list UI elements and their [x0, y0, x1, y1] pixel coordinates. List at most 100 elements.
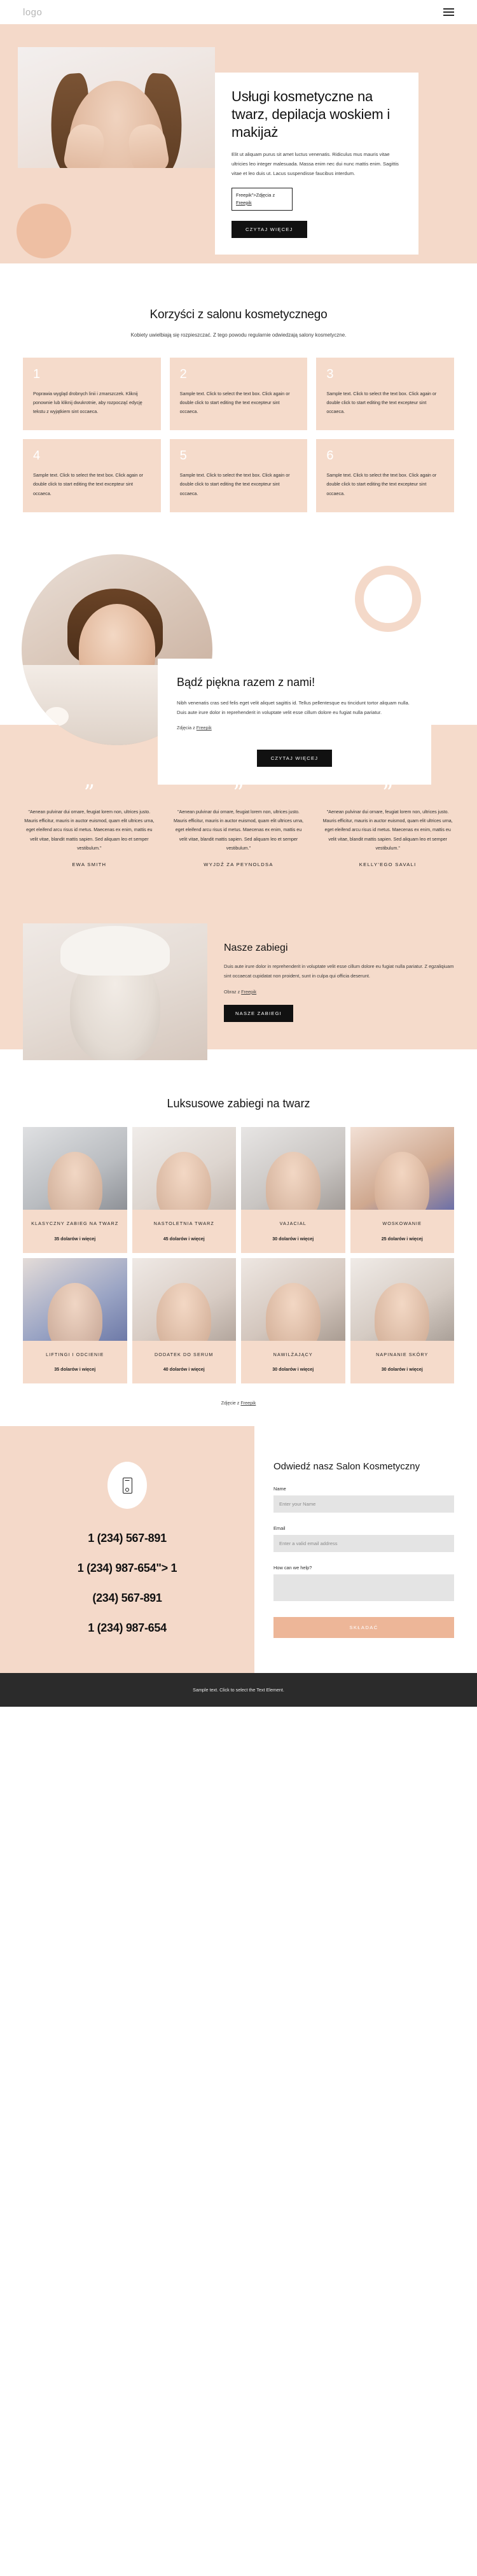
about-title: Bądź piękna razem z nami!	[177, 675, 315, 689]
treatments-intro-section: Nasze zabiegi Duis aute irure dolor in r…	[0, 897, 477, 1093]
treatments-intro-title: Nasze zabiegi	[224, 942, 288, 954]
benefit-card: 4 Sample text. Click to select the text …	[23, 439, 161, 512]
testimonial-text: "Aenean pulvinar dui ornare, feugiat lor…	[173, 809, 304, 851]
benefit-number: 3	[326, 367, 334, 382]
treatment-name: NAWILŻAJĄCY	[273, 1351, 313, 1357]
treatments-intro-credit: Obraz z Freepik	[224, 989, 454, 995]
hero-text-card: Usługi kosmetyczne na twarz, depilacja w…	[215, 73, 418, 255]
treatment-card[interactable]: NAPINANIE SKÓRY 30 dolarów i więcej	[350, 1257, 454, 1384]
treatment-image	[350, 1257, 454, 1341]
site-logo[interactable]: logo	[23, 7, 42, 18]
treatment-price: 25 dolarów i więcej	[381, 1235, 423, 1242]
treatment-card[interactable]: NAWILŻAJĄCY 30 dolarów i więcej	[241, 1257, 345, 1384]
benefit-card: 6 Sample text. Click to select the text …	[316, 439, 454, 512]
treatment-name: LIFTINGI I ODCIENIE	[46, 1351, 104, 1357]
name-input[interactable]	[273, 1495, 454, 1513]
treatment-card[interactable]: KLASYCZNY ZABIEG NA TWARZ 35 dolarów i w…	[23, 1127, 127, 1253]
treatment-image	[350, 1127, 454, 1210]
hero-paragraph: Elit ut aliquam purus sit amet luctus ve…	[232, 151, 399, 177]
benefit-text: Sample text. Click to select the text bo…	[179, 472, 290, 496]
benefits-subtitle: Kobiety uwielbiają się rozpieszczać. Z t…	[130, 332, 347, 338]
hamburger-icon[interactable]	[443, 8, 454, 16]
site-footer: Sample text. Click to select the Text El…	[0, 1673, 477, 1707]
treatment-price: 35 dolarów i więcej	[54, 1235, 96, 1242]
contact-form-panel: Odwiedź nasz Salon Kosmetyczny Name Emai…	[254, 1426, 477, 1674]
treatments-cta-button[interactable]: NASZE ZABIEGI	[224, 1004, 293, 1022]
phone-number[interactable]: 1 (234) 987-654"> 1	[19, 1562, 235, 1575]
luxury-credit-prefix: Zdjęcie z	[221, 1400, 241, 1406]
testimonial-text: "Aenean pulvinar dui ornare, feugiat lor…	[24, 809, 155, 851]
treatments-credit-prefix: Obraz z	[224, 988, 242, 995]
testimonials-grid: ” "Aenean pulvinar dui ornare, feugiat l…	[23, 780, 454, 868]
benefits-title: Korzyści z salonu kosmetycznego	[149, 307, 328, 321]
treatment-image	[132, 1127, 236, 1210]
quote-icon: ”	[83, 780, 95, 806]
hero-credit-line-2[interactable]: Freepik	[236, 200, 252, 206]
testimonial-author: WYJDŹ ZA PEYNOLDSA	[204, 862, 273, 868]
treatment-image	[23, 1257, 127, 1341]
email-field-group: Email	[273, 1525, 454, 1553]
treatment-image	[241, 1127, 345, 1210]
treatment-name: KLASYCZNY ZABIEG NA TWARZ	[31, 1221, 119, 1227]
treatment-image	[132, 1257, 236, 1341]
benefit-number: 2	[179, 367, 187, 382]
treatments-intro-paragraph: Duis aute irure dolor in reprehenderit i…	[224, 963, 454, 979]
treatment-card[interactable]: NASTOLETNIA TWARZ 45 dolarów i więcej	[132, 1127, 236, 1253]
hero-credit-line-1: Freepik">Zdjęcia z	[236, 192, 275, 198]
name-label: Name	[273, 1486, 286, 1492]
quote-icon: ”	[233, 780, 244, 806]
treatment-price: 30 dolarów i więcej	[381, 1366, 423, 1373]
treatment-image	[241, 1257, 345, 1341]
message-textarea[interactable]	[273, 1574, 454, 1602]
hero-title: Usługi kosmetyczne na twarz, depilacja w…	[232, 88, 391, 141]
testimonial-author: EWA SMITH	[72, 862, 107, 868]
contact-section: 1 (234) 567-891 1 (234) 987-654"> 1 (234…	[0, 1426, 477, 1674]
testimonial-text: "Aenean pulvinar dui ornare, feugiat lor…	[322, 809, 453, 851]
benefit-text: Sample text. Click to select the text bo…	[179, 391, 290, 415]
benefit-text: Sample text. Click to select the text bo…	[326, 472, 437, 496]
treatment-card[interactable]: VAJACIAL 30 dolarów i więcej	[241, 1127, 345, 1253]
email-label: Email	[273, 1525, 286, 1532]
phone-number[interactable]: (234) 567-891	[19, 1592, 235, 1605]
site-header: logo	[0, 0, 477, 24]
treatment-name: NAPINANIE SKÓRY	[376, 1351, 429, 1357]
phone-badge	[107, 1462, 147, 1509]
about-text-card: Bądź piękna razem z nami! Nibh venenatis…	[158, 658, 431, 785]
hero-section: Usługi kosmetyczne na twarz, depilacja w…	[0, 24, 477, 263]
treatments-intro-text: Nasze zabiegi Duis aute irure dolor in r…	[224, 923, 454, 1060]
luxury-credit: Zdjęcie z Freepik	[23, 1400, 454, 1406]
about-credit-link[interactable]: Freepik	[197, 725, 212, 731]
luxury-credit-link[interactable]: Freepik	[240, 1400, 256, 1406]
email-input[interactable]	[273, 1535, 454, 1553]
hero-read-more-button[interactable]: CZYTAJ WIĘCEJ	[232, 220, 307, 238]
testimonial-item: ” "Aenean pulvinar dui ornare, feugiat l…	[23, 780, 156, 868]
treatment-name: NASTOLETNIA TWARZ	[153, 1221, 214, 1227]
benefit-number: 5	[179, 449, 187, 463]
contact-form-title: Odwiedź nasz Salon Kosmetyczny	[273, 1461, 420, 1473]
treatment-card[interactable]: DODATEK DO SERUM 40 dolarów i więcej	[132, 1257, 236, 1384]
benefit-number: 1	[33, 367, 41, 382]
about-read-more-button[interactable]: CZYTAJ WIĘCEJ	[256, 750, 333, 767]
treatment-card[interactable]: WOSKOWANIE 25 dolarów i więcej	[350, 1127, 454, 1253]
page-root: logo Usługi kosmetyczne na twarz, depila…	[0, 0, 477, 1707]
benefit-number: 6	[326, 449, 334, 463]
testimonial-author: KELLY'EGO SAVALI	[359, 862, 417, 868]
phone-number[interactable]: 1 (234) 987-654	[19, 1621, 235, 1635]
benefit-text: Poprawia wygląd drobnych linii i zmarszc…	[33, 391, 142, 415]
treatment-image	[23, 1127, 127, 1210]
phone-number[interactable]: 1 (234) 567-891	[19, 1532, 235, 1545]
benefit-card: 1 Poprawia wygląd drobnych linii i zmars…	[23, 358, 161, 431]
treatment-name: WOSKOWANIE	[382, 1221, 422, 1227]
treatment-price: 35 dolarów i więcej	[54, 1366, 96, 1373]
treatments-credit-link[interactable]: Freepik	[241, 989, 256, 995]
hero-credit-box[interactable]: Freepik">Zdjęcia z Freepik	[232, 187, 293, 211]
name-field-group: Name	[273, 1486, 454, 1513]
submit-button[interactable]: SKŁADAĆ	[273, 1617, 454, 1639]
message-field-group: How can we help?	[273, 1565, 454, 1604]
treatment-price: 45 dolarów i więcej	[163, 1235, 205, 1242]
treatment-card[interactable]: LIFTINGI I ODCIENIE 35 dolarów i więcej	[23, 1257, 127, 1384]
treatment-price: 30 dolarów i więcej	[272, 1235, 314, 1242]
testimonial-item: ” "Aenean pulvinar dui ornare, feugiat l…	[321, 782, 454, 868]
treatments-intro-image	[23, 923, 207, 1061]
luxury-title: Luksusowe zabiegi na twarz	[167, 1097, 310, 1110]
